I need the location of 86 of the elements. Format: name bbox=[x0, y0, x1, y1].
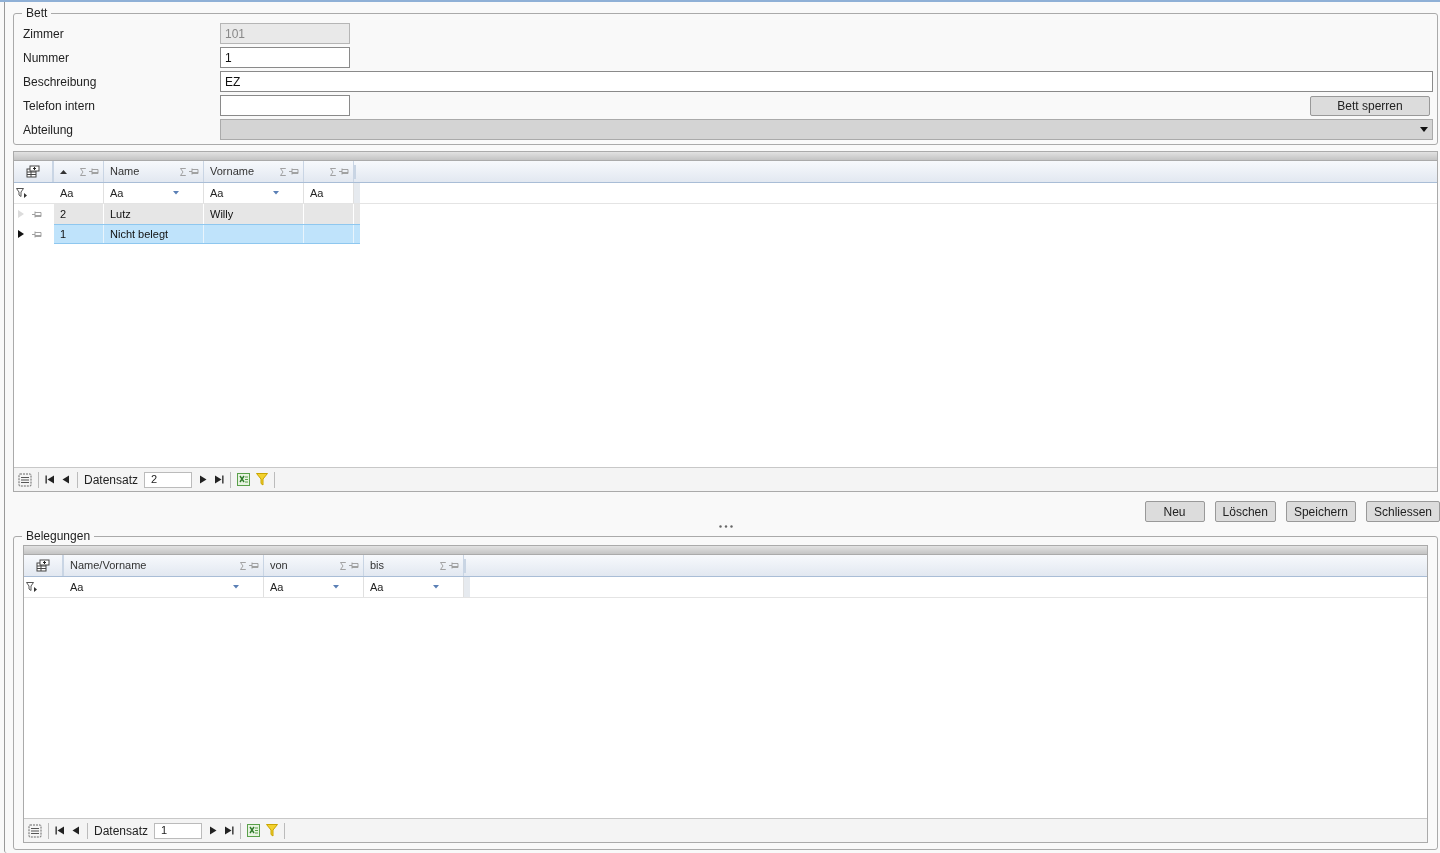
table-cell-text: Willy bbox=[210, 206, 234, 222]
column-title: bis bbox=[370, 558, 385, 574]
splitter-grip-icon[interactable] bbox=[718, 524, 733, 528]
funnel-icon[interactable] bbox=[256, 473, 269, 486]
spreadsheet-export-icon[interactable] bbox=[247, 824, 261, 837]
record-list-icon[interactable] bbox=[28, 823, 42, 838]
field-label: Abteilung bbox=[23, 121, 75, 139]
pin-icon[interactable] bbox=[339, 168, 349, 175]
pin-icon[interactable] bbox=[349, 562, 359, 569]
filter-icon[interactable] bbox=[26, 582, 37, 592]
record-label: Datensatz bbox=[94, 822, 149, 840]
column-title: Vorname bbox=[210, 164, 255, 180]
next-record-icon[interactable] bbox=[198, 475, 209, 484]
first-record-icon[interactable] bbox=[45, 475, 55, 484]
filter-icon[interactable] bbox=[16, 188, 27, 198]
column-chooser-icon[interactable] bbox=[26, 165, 40, 178]
action-button[interactable]: Löschen bbox=[1214, 501, 1276, 522]
sigma-icon bbox=[240, 561, 246, 570]
filter-operator[interactable]: Aa bbox=[70, 578, 84, 596]
sort-ascending-icon[interactable] bbox=[60, 169, 67, 174]
column-header[interactable]: Name/Vorname bbox=[64, 555, 264, 576]
action-button[interactable]: Neu bbox=[1144, 501, 1205, 522]
funnel-icon[interactable] bbox=[266, 824, 279, 837]
sigma-icon bbox=[340, 561, 346, 570]
first-record-icon[interactable] bbox=[55, 826, 65, 835]
sigma-icon bbox=[80, 167, 86, 176]
action-button[interactable]: Speichern bbox=[1285, 501, 1356, 522]
filter-cell[interactable]: Aa bbox=[64, 577, 264, 597]
pin-icon[interactable] bbox=[449, 562, 459, 569]
table-row[interactable]: 1 Nicht belegt bbox=[54, 224, 360, 244]
filter-operator[interactable]: Aa bbox=[60, 184, 74, 202]
filter-cell[interactable]: Aa bbox=[304, 183, 354, 203]
action-button[interactable]: Schliessen bbox=[1365, 501, 1440, 522]
pin-icon[interactable] bbox=[249, 562, 259, 569]
table-cell-text: 1 bbox=[60, 226, 67, 242]
filter-operator[interactable]: Aa bbox=[210, 184, 224, 202]
record-list-icon[interactable] bbox=[18, 472, 32, 487]
column-title: Name/Vorname bbox=[70, 558, 147, 574]
field-label: Telefon intern bbox=[23, 97, 97, 115]
column-header[interactable]: Vorname bbox=[204, 161, 304, 182]
record-field[interactable]: 1 bbox=[154, 822, 203, 839]
filter-cell[interactable]: Aa bbox=[104, 183, 204, 203]
sigma-icon bbox=[440, 561, 446, 570]
table-cell-text: 2 bbox=[60, 206, 67, 222]
column-header[interactable]: Name bbox=[104, 161, 204, 182]
pin-icon[interactable] bbox=[32, 210, 42, 218]
pin-icon[interactable] bbox=[32, 230, 42, 238]
next-record-icon[interactable] bbox=[208, 826, 219, 835]
filter-cell[interactable]: Aa bbox=[204, 183, 304, 203]
column-header[interactable]: von bbox=[264, 555, 364, 576]
field-label: Beschreibung bbox=[23, 73, 98, 91]
column-title: Name bbox=[110, 164, 140, 180]
column-title: von bbox=[270, 558, 288, 574]
table-cell-text: Nicht belegt bbox=[110, 226, 169, 242]
text-field[interactable] bbox=[220, 95, 350, 116]
last-record-icon[interactable] bbox=[214, 475, 225, 484]
table-cell-text: Lutz bbox=[110, 206, 131, 222]
group-title: Belegungen bbox=[22, 529, 95, 543]
filter-operator[interactable]: Aa bbox=[310, 184, 324, 202]
filter-operator[interactable]: Aa bbox=[270, 578, 284, 596]
table-row[interactable]: 2 Lutz Willy bbox=[54, 204, 360, 224]
spreadsheet-export-icon[interactable] bbox=[237, 473, 251, 486]
text-field[interactable]: 1 bbox=[220, 47, 350, 68]
previous-record-icon[interactable] bbox=[61, 475, 71, 484]
pin-icon[interactable] bbox=[189, 168, 199, 175]
sigma-icon bbox=[280, 167, 286, 176]
field-label: Nummer bbox=[23, 49, 70, 67]
pin-icon[interactable] bbox=[289, 168, 299, 175]
filter-operator[interactable]: Aa bbox=[110, 184, 124, 202]
previous-record-icon[interactable] bbox=[71, 826, 81, 835]
filter-cell[interactable]: Aa bbox=[54, 183, 104, 203]
pin-icon[interactable] bbox=[89, 168, 99, 175]
filter-cell[interactable]: Aa bbox=[364, 577, 464, 597]
group-title: Bett bbox=[22, 6, 52, 20]
filter-operator[interactable]: Aa bbox=[370, 578, 384, 596]
last-record-icon[interactable] bbox=[224, 826, 235, 835]
record-field[interactable]: 2 bbox=[144, 471, 193, 488]
lock-bed-button[interactable]: Bett sperren bbox=[1310, 95, 1430, 116]
column-header[interactable]: bis bbox=[364, 555, 464, 576]
text-field[interactable]: EZ bbox=[220, 71, 1433, 92]
sigma-icon bbox=[330, 167, 336, 176]
column-chooser-icon[interactable] bbox=[36, 559, 50, 572]
filter-cell[interactable]: Aa bbox=[264, 577, 364, 597]
record-label: Datensatz bbox=[84, 471, 139, 489]
field-label: Zimmer bbox=[23, 25, 65, 43]
sigma-icon bbox=[180, 167, 186, 176]
